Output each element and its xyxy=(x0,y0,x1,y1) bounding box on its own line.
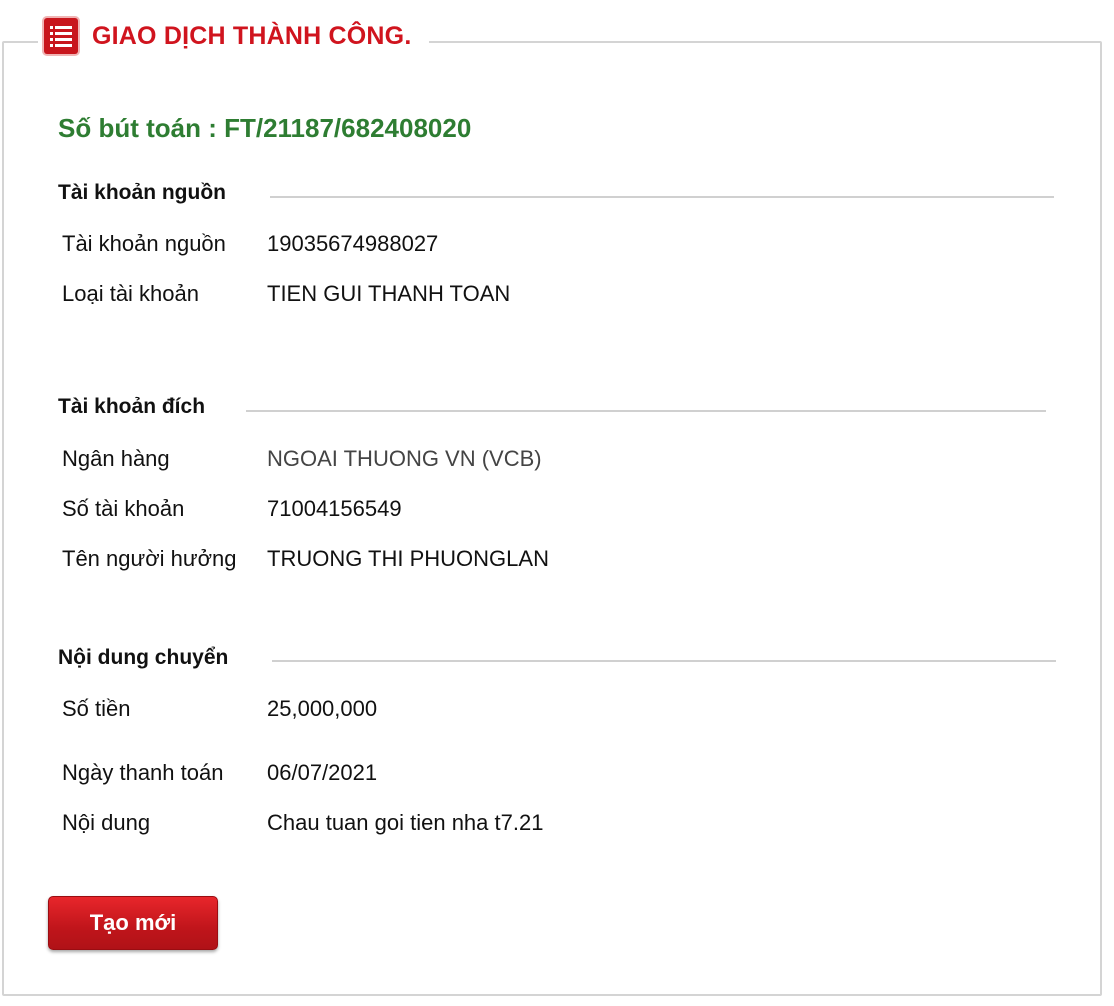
content-value: Chau tuan goi tien nha t7.21 xyxy=(267,810,544,835)
section-divider xyxy=(270,196,1054,198)
account-type-label: Loại tài khoản xyxy=(62,281,199,306)
account-type-value: TIEN GUI THANH TOAN xyxy=(267,281,511,306)
bank-value: NGOAI THUONG VN (VCB) xyxy=(267,446,542,471)
section-heading-transfer-details: Nội dung chuyển xyxy=(58,646,229,669)
source-account-label: Tài khoản nguồn xyxy=(62,231,226,256)
reference-number: Số bút toán : FT/21187/682408020 xyxy=(58,113,472,143)
amount-value: 25,000,000 xyxy=(267,696,378,721)
beneficiary-name-value: TRUONG THI PHUONGLAN xyxy=(267,546,549,571)
source-account-value: 19035674988027 xyxy=(267,231,439,256)
section-heading-destination-account: Tài khoản đích xyxy=(58,395,206,418)
content-label: Nội dung xyxy=(62,810,151,835)
panel-header: GIAO DỊCH THÀNH CÔNG. xyxy=(38,14,430,58)
page-title: GIAO DỊCH THÀNH CÔNG. xyxy=(92,21,412,50)
new-transaction-button[interactable]: Tạo mới xyxy=(48,896,218,950)
section-divider xyxy=(272,660,1056,662)
payment-date-label: Ngày thanh toán xyxy=(62,760,224,785)
section-divider xyxy=(246,410,1046,412)
amount-label: Số tiền xyxy=(62,696,131,721)
bank-label: Ngân hàng xyxy=(62,446,170,471)
payment-date-value: 06/07/2021 xyxy=(267,760,378,785)
list-icon xyxy=(44,18,78,54)
section-heading-source-account: Tài khoản nguồn xyxy=(58,181,226,204)
account-number-label: Số tài khoản xyxy=(62,496,185,521)
account-number-value: 71004156549 xyxy=(267,496,402,521)
beneficiary-name-label: Tên người hưởng xyxy=(62,546,237,571)
